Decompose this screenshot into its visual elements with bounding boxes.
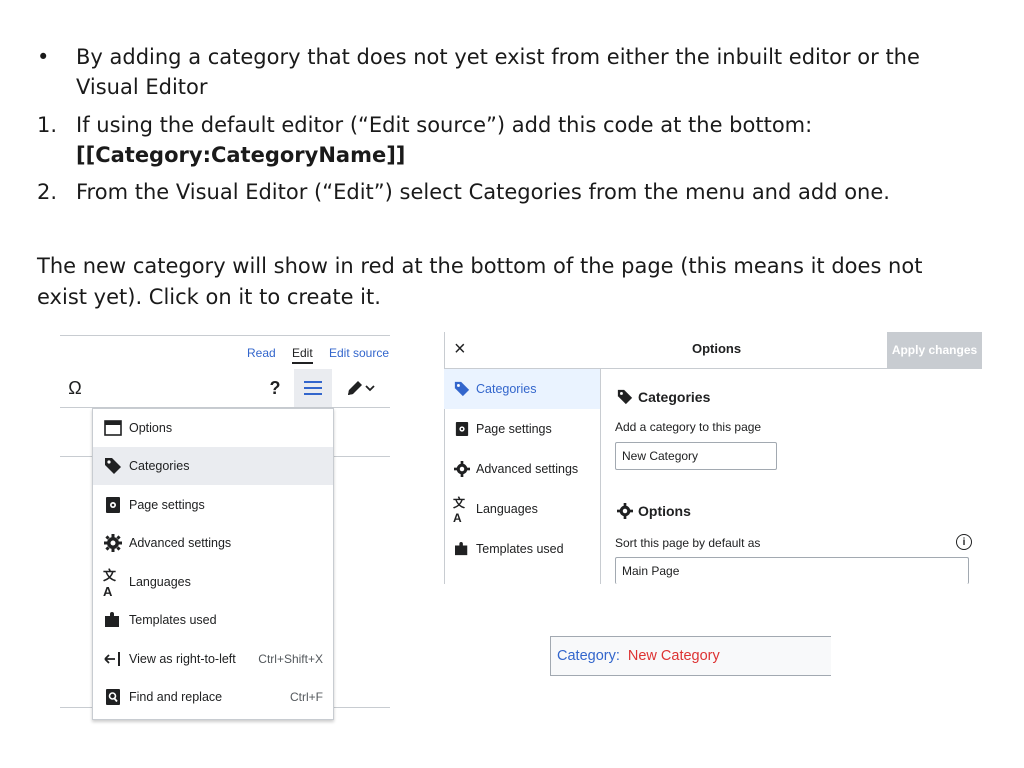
menu-item-templates-used[interactable]: Templates used (93, 601, 333, 639)
dialog-nav-label: Advanced settings (476, 462, 579, 476)
puzzle-icon (103, 610, 123, 630)
menu-item-page-settings[interactable]: Page settings (93, 486, 333, 524)
menu-item-label: Advanced settings (129, 536, 232, 550)
menu-item-label: Templates used (129, 613, 217, 627)
dialog-nav-advanced-settings[interactable]: Advanced settings (444, 449, 600, 489)
dialog-header: × Options Apply changes (444, 332, 982, 369)
edit-mode-switch-button[interactable] (338, 369, 382, 407)
info-icon[interactable]: i (956, 534, 972, 550)
section-title-text: Categories (638, 389, 711, 405)
help-button[interactable]: ? (260, 369, 290, 407)
rtl-icon (103, 649, 123, 669)
menu-item-label: Page settings (129, 498, 205, 512)
sort-key-label: Sort this page by default as (615, 536, 761, 550)
bullet-line-2: Visual Editor (76, 75, 208, 99)
menu-item-view-rtl[interactable]: View as right-to-left Ctrl+Shift+X (93, 640, 333, 678)
categories-section-title: Categories (616, 388, 710, 406)
special-character-button[interactable]: Ω (62, 369, 88, 407)
puzzle-icon (453, 540, 471, 558)
menu-item-label: Options (129, 421, 173, 435)
language-icon: 文A (103, 568, 117, 599)
menu-item-label: View as right-to-left (129, 652, 236, 666)
page-settings-icon (453, 420, 471, 438)
divider (60, 456, 94, 457)
editor-menu-screenshot: Read Edit Edit source Ω ? Options Catego… (60, 334, 390, 724)
menu-item-find-replace[interactable]: Find and replace Ctrl+F (93, 678, 333, 716)
language-icon: 文A (453, 495, 466, 525)
sort-key-input[interactable]: Main Page (615, 557, 969, 584)
bullet-line-1: By adding a category that does not yet e… (76, 45, 920, 69)
options-section-title: Options (616, 502, 691, 520)
dialog-nav-label: Page settings (476, 422, 552, 436)
item-1-number: 1. (37, 113, 58, 137)
gear-icon (103, 533, 123, 553)
paragraph-line-1: The new category will show in red at the… (37, 254, 923, 278)
dialog-nav-page-settings[interactable]: Page settings (444, 409, 600, 449)
dialog-nav-label: Languages (476, 502, 538, 516)
keyboard-shortcut: Ctrl+F (290, 690, 323, 704)
menu-item-options[interactable]: Options (93, 409, 333, 447)
item-1-code: [[Category:CategoryName]] (76, 143, 406, 167)
hamburger-menu-icon (304, 381, 322, 395)
pencil-icon (348, 381, 362, 395)
find-icon (103, 687, 123, 707)
menu-item-languages[interactable]: 文A Languages (93, 563, 333, 601)
gear-icon (453, 460, 471, 478)
divider (60, 335, 390, 336)
page-options-menu-button[interactable] (294, 369, 332, 407)
category-input[interactable]: New Category (615, 442, 777, 470)
apply-changes-button[interactable]: Apply changes (887, 332, 982, 368)
item-2-line-1: From the Visual Editor (“Edit”) select C… (76, 180, 890, 204)
keyboard-shortcut: Ctrl+Shift+X (258, 652, 323, 666)
menu-item-label: Find and replace (129, 690, 223, 704)
tag-icon (103, 456, 123, 476)
editor-toolbar: Ω ? (60, 369, 390, 408)
divider (332, 456, 390, 457)
dialog-nav-templates-used[interactable]: Templates used (444, 529, 600, 569)
help-icon: ? (269, 377, 281, 398)
category-prefix-link[interactable]: Category: (557, 648, 620, 664)
dialog-nav: Categories Page settings Advanced settin… (444, 369, 601, 584)
window-icon (103, 418, 123, 438)
tag-icon (453, 380, 471, 398)
page-options-menu: Options Categories Page settings Advance… (92, 408, 334, 720)
close-icon[interactable]: × (454, 338, 466, 361)
category-links-bar: Category: New Category (550, 636, 831, 676)
tab-edit[interactable]: Edit (292, 346, 313, 364)
menu-item-categories[interactable]: Categories (93, 447, 333, 485)
new-category-redlink[interactable]: New Category (628, 648, 720, 664)
dialog-nav-label: Templates used (476, 542, 564, 556)
bullet-marker: • (37, 45, 50, 69)
gear-icon (616, 502, 634, 520)
tab-edit-source[interactable]: Edit source (329, 346, 389, 360)
dialog-nav-languages[interactable]: 文A Languages (444, 489, 600, 529)
tag-icon (616, 388, 634, 406)
paragraph-line-2: exist yet). Click on it to create it. (37, 285, 381, 309)
tab-read[interactable]: Read (247, 346, 276, 360)
page-settings-icon (103, 495, 123, 515)
menu-item-label: Categories (129, 459, 190, 473)
item-1-line-1: If using the default editor (“Edit sourc… (76, 113, 813, 137)
section-title-text: Options (638, 503, 691, 519)
dialog-title: Options (692, 341, 742, 356)
dialog-nav-categories[interactable]: Categories (444, 369, 600, 409)
menu-item-advanced-settings[interactable]: Advanced settings (93, 524, 333, 562)
omega-icon: Ω (68, 377, 82, 398)
chevron-down-icon (365, 385, 375, 392)
options-dialog: × Options Apply changes Categories Page … (444, 332, 982, 584)
item-2-number: 2. (37, 180, 58, 204)
dialog-nav-label: Categories (476, 382, 537, 396)
menu-item-label: Languages (129, 575, 191, 589)
add-category-label: Add a category to this page (615, 420, 762, 434)
